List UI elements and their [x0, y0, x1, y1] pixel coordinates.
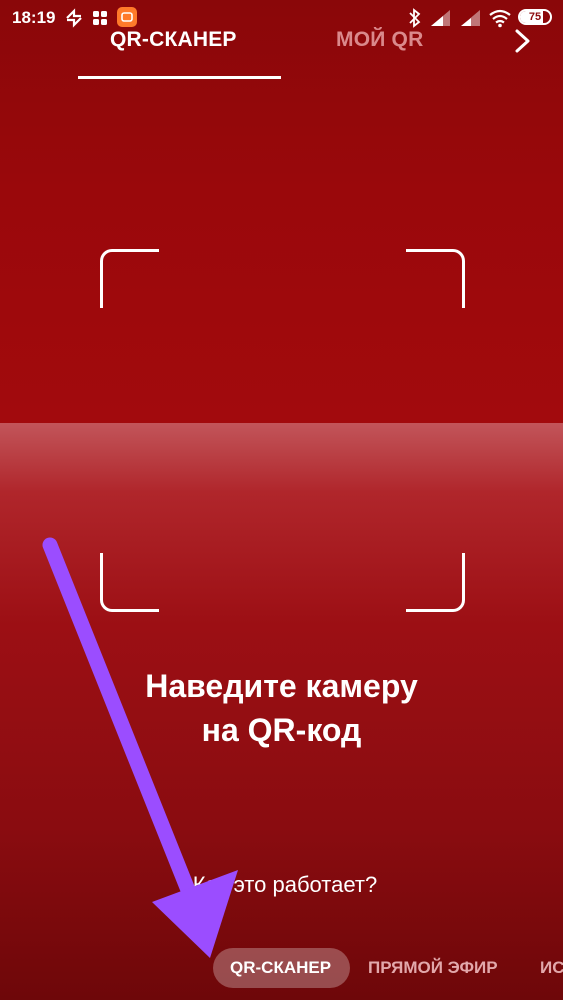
- mode-qr-scanner[interactable]: QR-СКАНЕР: [230, 958, 331, 978]
- status-time: 18:19: [12, 8, 56, 27]
- qr-scanner-screen: 18:19 75 QR-СКАНЕР МОЙ QR Наведите камер…: [0, 0, 563, 1000]
- wifi-icon: [489, 9, 511, 28]
- battery-icon: 75: [518, 9, 552, 25]
- mode-live[interactable]: ПРЯМОЙ ЭФИР: [368, 958, 498, 978]
- bluetooth-icon: [409, 8, 421, 28]
- settings-icon: [93, 11, 107, 25]
- app-notification-icon: [117, 7, 137, 27]
- instruction-line-2: на QR-код: [201, 712, 362, 748]
- how-it-works-link[interactable]: Как это работает?: [160, 872, 410, 898]
- viewfinder-corner-top-left: [100, 249, 159, 308]
- tab-my-qr[interactable]: МОЙ QR: [336, 28, 423, 52]
- status-bar: 18:19 75: [0, 0, 563, 36]
- chevron-right-icon[interactable]: [508, 26, 538, 56]
- mode-stories[interactable]: ИС: [540, 958, 563, 978]
- signal-icon: [461, 10, 480, 26]
- camera-preview-top: [0, 0, 563, 423]
- tab-qr-scanner[interactable]: QR-СКАНЕР: [110, 28, 237, 52]
- battery-level: 75: [528, 11, 542, 23]
- viewfinder-corner-bottom-right: [406, 553, 465, 612]
- viewfinder-corner-top-right: [406, 249, 465, 308]
- viewfinder-corner-bottom-left: [100, 553, 159, 612]
- active-tab-indicator: [78, 76, 281, 79]
- network-icon: [66, 8, 82, 28]
- instruction-line-1: Наведите камеру: [145, 668, 418, 704]
- signal-icon: [431, 10, 450, 26]
